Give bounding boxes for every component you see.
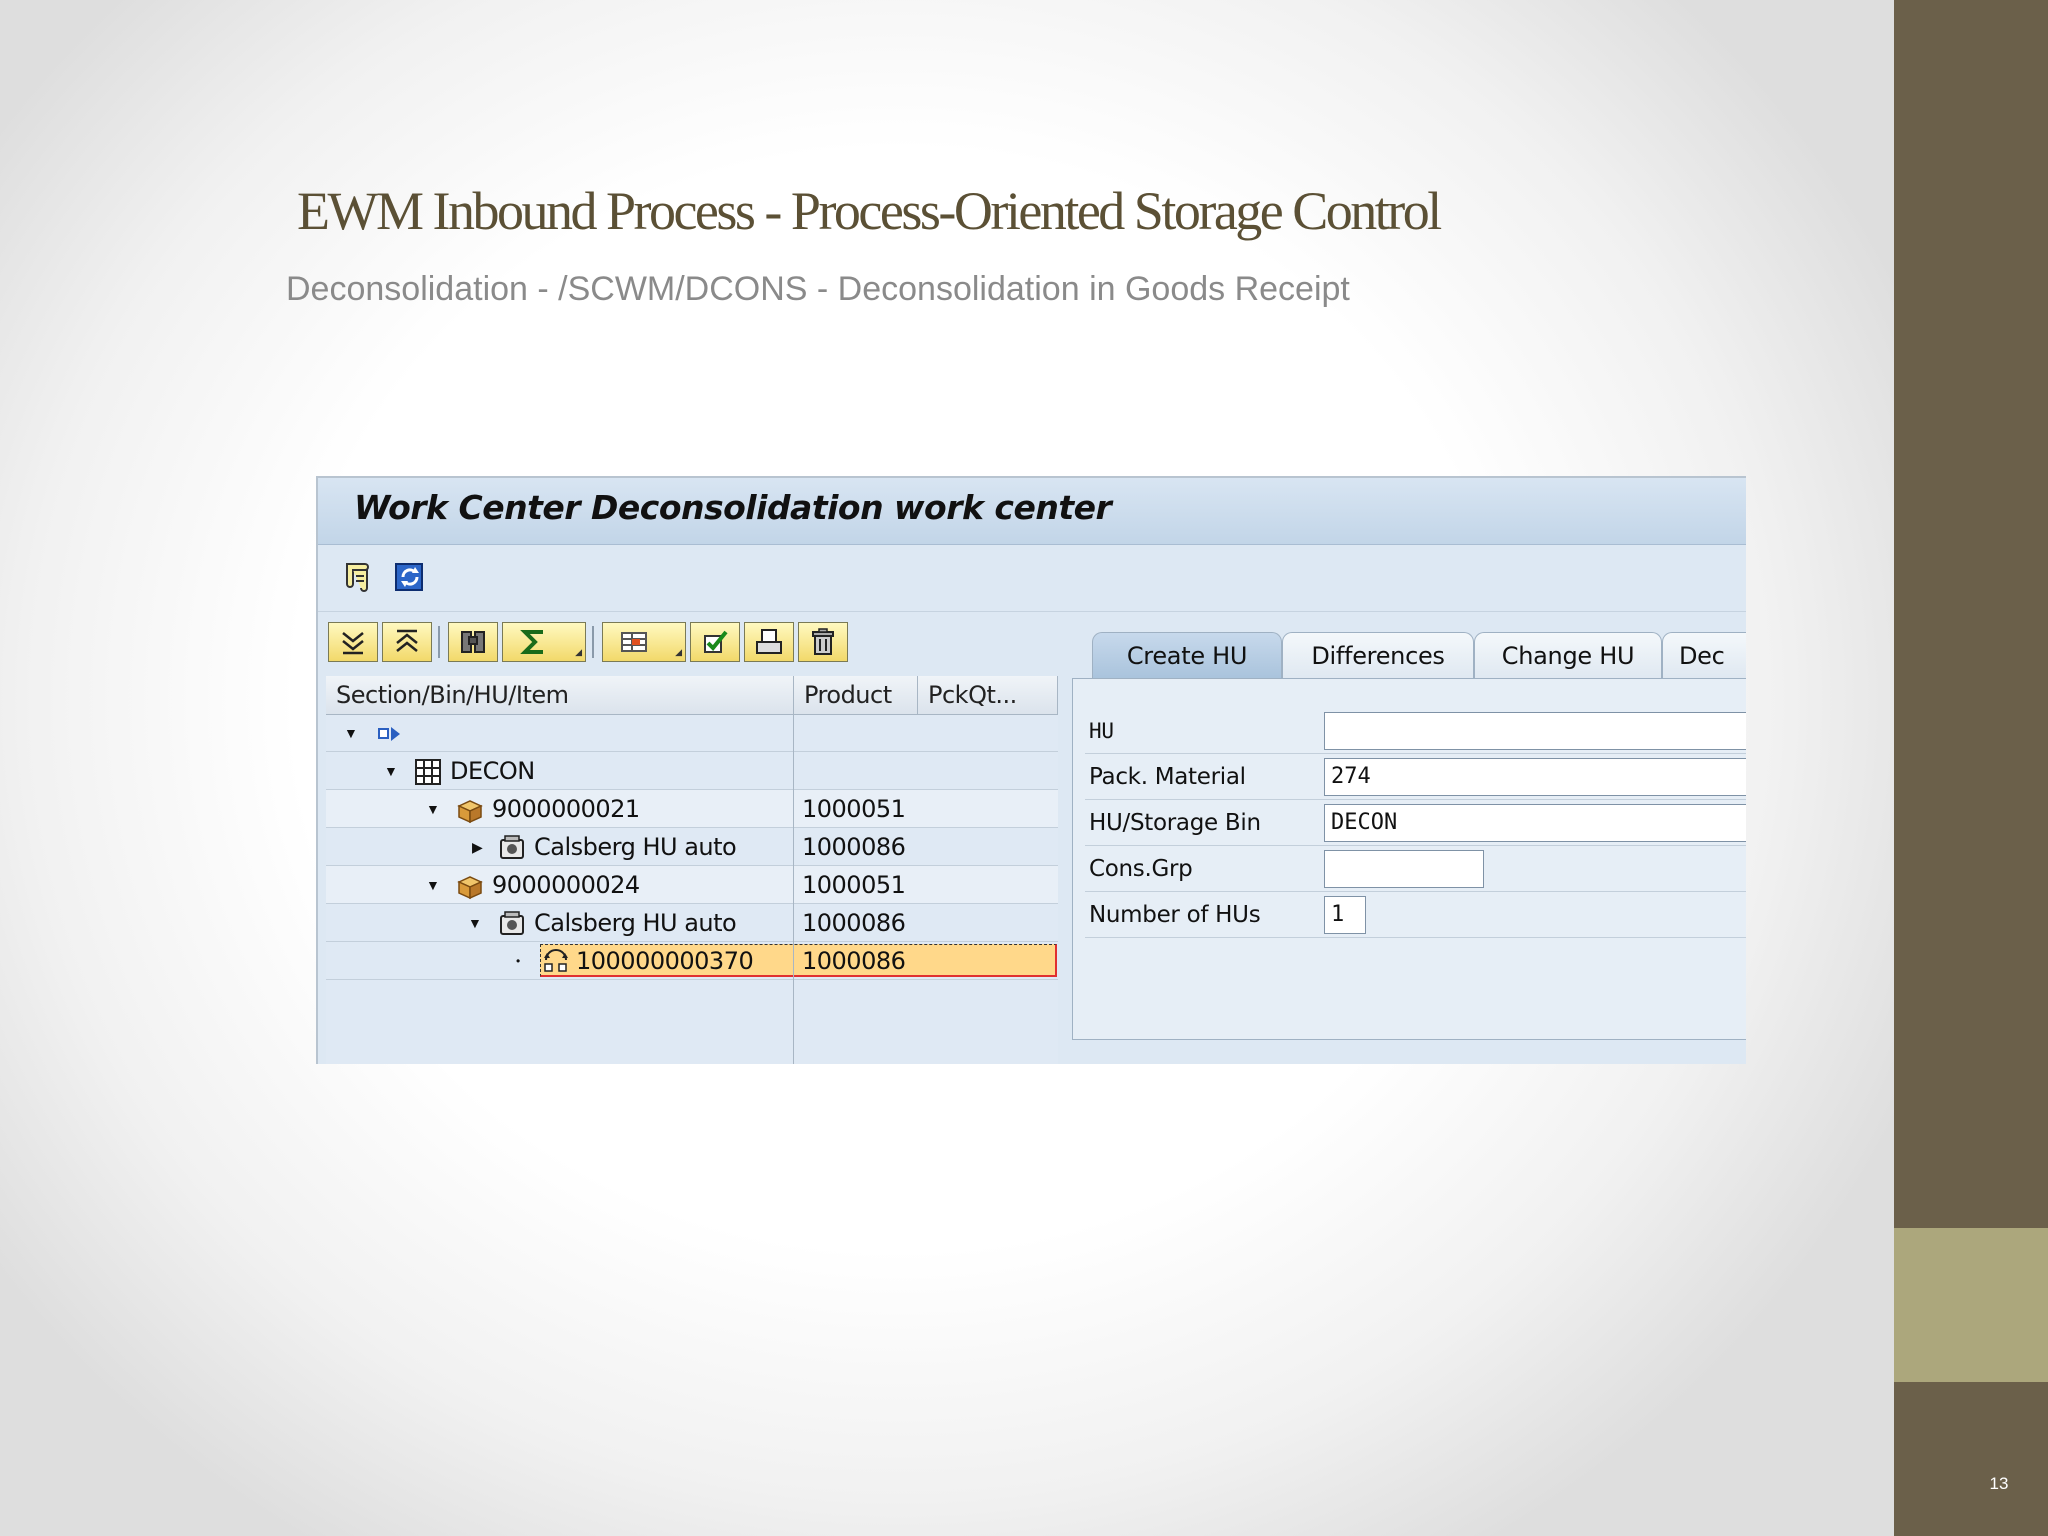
tree-row-label: 9000000024 [492, 871, 640, 899]
tree-row[interactable]: ▼ 9000000021 1000051 [326, 790, 1058, 828]
number-of-hus-label: Number of HUs [1089, 902, 1261, 928]
cons-grp-label: Cons.Grp [1089, 856, 1193, 882]
hu-label: HU [1089, 719, 1114, 743]
selection-focus-frame [540, 944, 1057, 977]
slide-side-band-accent [1894, 1228, 2048, 1382]
pack-material-input[interactable]: 274 [1324, 758, 1746, 796]
form-row-cons-grp: Cons.Grp [1085, 847, 1746, 892]
slide-page-number: 13 [1989, 1474, 2009, 1493]
tree-row-product: 1000051 [802, 795, 906, 823]
tree-row-label: 9000000021 [492, 795, 640, 823]
sap-window-title-bar: Work Center Deconsolidation work center [318, 478, 1746, 545]
tree-row-label: Calsberg HU auto [534, 909, 737, 937]
expand-down-icon[interactable]: ▼ [344, 714, 358, 752]
application-toolbar [318, 545, 1746, 612]
expand-down-icon[interactable]: ▼ [426, 790, 440, 828]
leaf-dot-icon: • [516, 954, 521, 968]
hu-input[interactable] [1324, 712, 1746, 750]
box-icon [457, 800, 483, 824]
tree-row-selected[interactable]: • 100000000370 1000086 [326, 942, 1058, 980]
column-divider [793, 714, 794, 1064]
hu-storage-bin-input[interactable]: DECON [1324, 804, 1746, 842]
tab-strip: Create HU Differences Change HU Dec [1068, 618, 1746, 680]
column-header-section-bin-hu-item[interactable]: Section/Bin/HU/Item [326, 676, 794, 714]
tree-row-product: 1000086 [802, 833, 906, 861]
toolbar-separator [592, 626, 594, 658]
column-header-pckqty[interactable]: PckQt... [918, 676, 1058, 714]
find-icon[interactable] [448, 622, 498, 662]
chevron-down-icon: ◢ [575, 647, 582, 657]
tab-change-hu[interactable]: Change HU [1474, 632, 1662, 679]
form-row-hu: HU [1085, 709, 1746, 754]
tree-row-product: 1000051 [802, 871, 906, 899]
expand-down-icon[interactable]: ▼ [426, 866, 440, 904]
refresh-icon[interactable] [392, 559, 428, 595]
print-icon[interactable] [744, 622, 794, 662]
tree-row-label: Calsberg HU auto [534, 833, 737, 861]
hu-item-icon [500, 911, 524, 935]
storage-bin-icon [415, 759, 441, 785]
tree-row[interactable]: ▼ DECON [326, 752, 1058, 790]
edit-check-icon[interactable] [690, 622, 740, 662]
box-icon [457, 876, 483, 900]
expand-down-icon[interactable]: ▼ [468, 904, 482, 942]
section-arrow-icon [378, 727, 400, 741]
form-row-hu-storage-bin: HU/Storage Bin DECON [1085, 801, 1746, 846]
tree-row-product: 1000086 [802, 909, 906, 937]
tree-row[interactable]: ▼ Calsberg HU auto 1000086 [326, 904, 1058, 942]
detail-pane: Create HU Differences Change HU Dec HU P… [1068, 618, 1746, 1064]
tree-row[interactable]: ▶ Calsberg HU auto 1000086 [326, 828, 1058, 866]
tree-pane: ◢ ◢ Section/Bin/HU/Item Product PckQt... [318, 612, 1058, 1064]
tab-deconsolidation-truncated[interactable]: Dec [1662, 632, 1746, 678]
slide-title: EWM Inbound Process - Process-Oriented S… [297, 181, 1442, 241]
log-icon[interactable] [340, 559, 376, 595]
expand-right-icon[interactable]: ▶ [472, 828, 483, 866]
sum-icon[interactable]: ◢ [502, 622, 586, 662]
toolbar-separator [438, 626, 440, 658]
tab-differences[interactable]: Differences [1282, 632, 1474, 679]
sap-window-title: Work Center Deconsolidation work center [354, 488, 1112, 527]
sap-window: Work Center Deconsolidation work center … [316, 476, 1746, 1064]
delete-icon[interactable] [798, 622, 848, 662]
form-row-number-of-hus: Number of HUs 1 [1085, 893, 1746, 938]
column-header-product[interactable]: Product [794, 676, 918, 714]
cons-grp-input[interactable] [1324, 850, 1484, 888]
chevron-down-icon: ◢ [675, 647, 682, 657]
hu-storage-bin-label: HU/Storage Bin [1089, 810, 1261, 836]
tree-row[interactable]: ▼ [326, 714, 1058, 752]
collapse-all-icon[interactable] [382, 622, 432, 662]
pack-material-label: Pack. Material [1089, 764, 1246, 790]
expand-down-icon[interactable]: ▼ [384, 752, 398, 790]
number-of-hus-input[interactable]: 1 [1324, 896, 1366, 934]
tab-create-hu[interactable]: Create HU [1092, 632, 1282, 679]
hu-tree-grid: Section/Bin/HU/Item Product PckQt... ▼ ▼… [326, 676, 1058, 1064]
tree-row-label: DECON [450, 757, 535, 785]
layout-icon[interactable]: ◢ [602, 622, 686, 662]
expand-all-icon[interactable] [328, 622, 378, 662]
hu-item-icon [500, 835, 524, 859]
form-row-pack-material: Pack. Material 274 [1085, 755, 1746, 800]
create-hu-tab-body: HU Pack. Material 274 HU/Storage Bin DEC… [1072, 678, 1746, 1040]
tree-column-header: Section/Bin/HU/Item Product PckQt... [326, 676, 1058, 715]
slide-subtitle: Deconsolidation - /SCWM/DCONS - Deconsol… [286, 270, 1350, 308]
tree-row[interactable]: ▼ 9000000024 1000051 [326, 866, 1058, 904]
